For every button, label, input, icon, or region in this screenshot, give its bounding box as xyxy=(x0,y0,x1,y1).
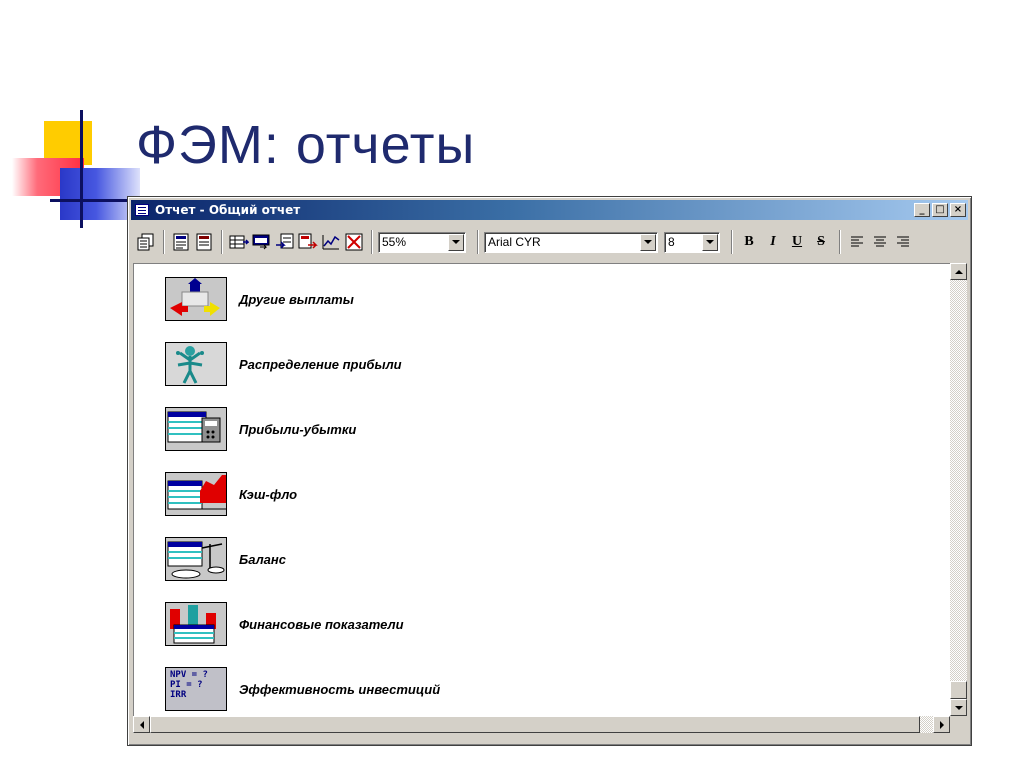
strikethrough-button[interactable]: S xyxy=(810,231,832,253)
minimize-button[interactable]: _ xyxy=(914,203,930,217)
delete-button[interactable] xyxy=(343,231,365,253)
align-left-icon xyxy=(851,236,863,247)
chevron-down-icon xyxy=(706,240,714,244)
vertical-scrollbar[interactable] xyxy=(950,263,967,716)
vertical-scroll-thumb[interactable] xyxy=(950,681,967,699)
decor-horizontal-line xyxy=(50,199,136,202)
report-item-financial-indicators[interactable]: Финансовые показатели xyxy=(165,602,404,646)
delete-icon xyxy=(345,233,363,251)
align-right-icon xyxy=(897,236,909,247)
font-size-value: 8 xyxy=(668,235,675,249)
toolbar-separator xyxy=(839,230,841,254)
chevron-down-icon xyxy=(452,240,460,244)
font-select[interactable]: Arial CYR xyxy=(484,231,658,253)
font-value: Arial CYR xyxy=(488,235,541,249)
table-settings-button[interactable] xyxy=(228,231,250,253)
report-item-label: Другие выплаты xyxy=(239,291,354,307)
chevron-down-icon xyxy=(644,240,652,244)
maximize-button[interactable]: □ xyxy=(932,203,948,217)
scroll-up-button[interactable] xyxy=(950,263,967,280)
report-list: Другие выплаты Распределение прибыли При… xyxy=(133,263,950,716)
zoom-select[interactable]: 55% xyxy=(378,231,466,253)
cash-flow-icon xyxy=(165,472,227,516)
font-size-select[interactable]: 8 xyxy=(664,231,720,253)
report-view-icon xyxy=(173,233,189,251)
copy-pages-button[interactable] xyxy=(135,231,157,253)
report-item-label: Распределение прибыли xyxy=(239,356,402,372)
report-item-balance[interactable]: Баланс xyxy=(165,537,286,581)
report-item-other-payments[interactable]: Другие выплаты xyxy=(165,277,354,321)
scroll-right-button[interactable] xyxy=(933,716,950,733)
report-document-icon xyxy=(135,204,149,216)
table-settings-icon xyxy=(229,235,249,249)
report-item-profit-distribution[interactable]: Распределение прибыли xyxy=(165,342,402,386)
npv-line: NPV = ? xyxy=(170,670,208,680)
window-titlebar[interactable]: Отчет - Общий отчет _ □ × xyxy=(131,200,968,220)
scrollbar-corner xyxy=(950,716,967,733)
scroll-left-button[interactable] xyxy=(133,716,150,733)
irr-line: IRR xyxy=(170,690,187,700)
horizontal-scrollbar[interactable] xyxy=(133,716,950,733)
financial-indicators-icon xyxy=(165,602,227,646)
export-button[interactable] xyxy=(274,231,296,253)
arrow-down-icon xyxy=(954,705,963,710)
arrow-right-icon xyxy=(939,720,944,729)
zoom-value: 55% xyxy=(382,235,407,249)
scroll-down-button[interactable] xyxy=(950,699,967,716)
bold-button[interactable]: B xyxy=(738,231,760,253)
other-payments-icon xyxy=(165,277,227,321)
toolbar-separator xyxy=(731,230,733,254)
report-item-label: Прибыли-убытки xyxy=(239,421,357,437)
toolbar-separator xyxy=(371,230,373,254)
report-edit-icon xyxy=(196,233,212,251)
profit-loss-icon xyxy=(165,407,227,451)
insert-table-button[interactable] xyxy=(251,231,273,253)
close-button[interactable]: × xyxy=(950,203,966,217)
report-window: Отчет - Общий отчет _ □ × 55% Arial CYR … xyxy=(127,196,972,746)
import-button[interactable] xyxy=(297,231,319,253)
report-edit-button[interactable] xyxy=(193,231,215,253)
report-toolbar: 55% Arial CYR 8 B I U S xyxy=(131,224,968,260)
investment-efficiency-icon: NPV = ? PI = ? IRR xyxy=(165,667,227,711)
italic-button[interactable]: I xyxy=(762,231,784,253)
report-item-label: Финансовые показатели xyxy=(239,616,404,632)
export-icon xyxy=(276,233,294,249)
copy-pages-icon xyxy=(137,233,154,251)
window-title: Отчет - Общий отчет xyxy=(155,203,301,217)
insert-table-icon xyxy=(252,234,270,250)
horizontal-scroll-thumb[interactable] xyxy=(150,716,920,733)
report-item-label: Баланс xyxy=(239,551,286,567)
pi-line: PI = ? xyxy=(170,680,203,690)
zoom-dropdown-button[interactable] xyxy=(448,233,464,251)
align-right-button[interactable] xyxy=(892,231,914,253)
report-item-investment-efficiency[interactable]: NPV = ? PI = ? IRR Эффективность инвести… xyxy=(165,667,440,711)
import-icon xyxy=(298,233,318,249)
arrow-left-icon xyxy=(139,720,144,729)
font-size-dropdown-button[interactable] xyxy=(702,233,718,251)
arrow-up-icon xyxy=(954,269,963,274)
line-chart-icon xyxy=(322,235,340,250)
toolbar-separator xyxy=(163,230,165,254)
toolbar-separator xyxy=(221,230,223,254)
profit-distribution-icon xyxy=(165,342,227,386)
balance-icon xyxy=(165,537,227,581)
report-view-button[interactable] xyxy=(170,231,192,253)
chart-button[interactable] xyxy=(320,231,342,253)
decor-vertical-line xyxy=(80,110,83,228)
underline-button[interactable]: U xyxy=(786,231,808,253)
report-item-label: Кэш-фло xyxy=(239,486,298,502)
align-center-icon xyxy=(874,236,886,247)
npv-formula-text: NPV = ? PI = ? IRR xyxy=(170,670,208,700)
slide-title: ФЭМ: отчеты xyxy=(136,115,476,175)
align-left-button[interactable] xyxy=(846,231,868,253)
report-item-profit-loss[interactable]: Прибыли-убытки xyxy=(165,407,356,451)
font-dropdown-button[interactable] xyxy=(640,233,656,251)
report-item-label: Эффективность инвестиций xyxy=(239,681,441,697)
report-item-cash-flow[interactable]: Кэш-фло xyxy=(165,472,297,516)
align-center-button[interactable] xyxy=(869,231,891,253)
window-controls: _ □ × xyxy=(914,203,966,217)
toolbar-separator xyxy=(477,230,479,254)
